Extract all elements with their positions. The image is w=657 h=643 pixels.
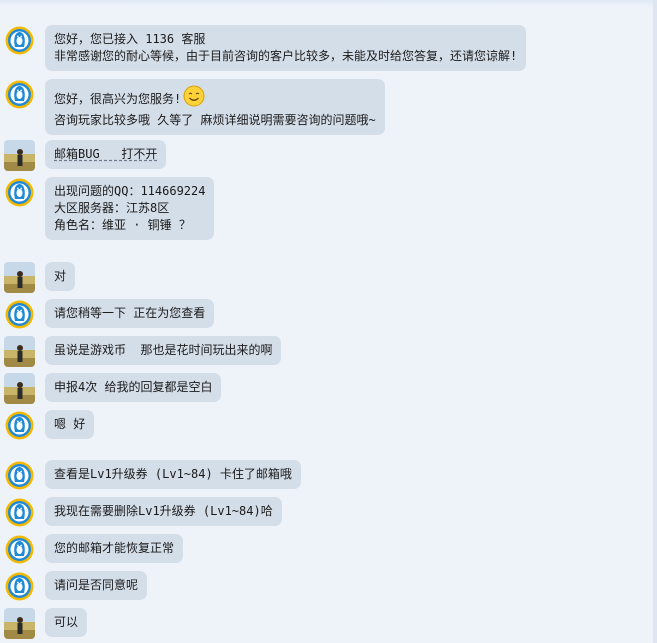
chat-message: 请问是否同意呢	[4, 571, 148, 602]
message-bubble: 您的邮箱才能恢复正常	[45, 534, 184, 563]
message-bubble: 邮箱BUG 打不开	[45, 140, 167, 169]
qq-penguin-icon[interactable]	[4, 79, 35, 110]
message-bubble: 我现在需要删除Lv1升级券 (Lv1~84)哈	[45, 497, 282, 526]
message-line: 大区服务器：江苏8区	[54, 201, 170, 215]
message-bubble: 可以	[45, 608, 88, 637]
chat-message: 我现在需要删除Lv1升级券 (Lv1~84)哈	[4, 497, 282, 528]
message-line: 您好，很高兴为您服务!	[54, 92, 182, 106]
message-line: 虽说是游戏币 那也是花时间玩出来的啊	[54, 343, 273, 357]
message-line: 我现在需要删除Lv1升级券 (Lv1~84)哈	[54, 504, 273, 518]
user-photo-avatar[interactable]	[4, 140, 35, 171]
message-line: 非常感谢您的耐心等候，由于目前咨询的客户比较多，未能及时给您答复，还请您谅解!	[54, 49, 518, 63]
message-line: 申报4次 给我的回复都是空白	[54, 380, 213, 394]
qq-penguin-icon[interactable]	[4, 177, 35, 208]
message-line: 邮箱BUG 打不开	[54, 147, 158, 161]
message-line: 您的邮箱才能恢复正常	[54, 541, 175, 555]
chat-message: 申报4次 给我的回复都是空白	[4, 373, 222, 404]
chat-message: 邮箱BUG 打不开	[4, 140, 167, 171]
message-bubble: 您好，很高兴为您服务! 咨询玩家比较多哦 久等了 麻烦详细说明需要咨询的问题哦~	[45, 79, 385, 135]
message-bubble: 对	[45, 262, 76, 291]
message-line: 您好，您已接入 1136 客服	[54, 32, 206, 46]
message-bubble: 出现问题的QQ：114669224 大区服务器：江苏8区角色名：维亚 · 铜锤 ？	[45, 177, 215, 240]
chat-message: 您好，很高兴为您服务! 咨询玩家比较多哦 久等了 麻烦详细说明需要咨询的问题哦~	[4, 79, 385, 135]
chat-message: 查看是Lv1升级券 (Lv1~84) 卡住了邮箱哦	[4, 460, 301, 491]
chat-message: 您的邮箱才能恢复正常	[4, 534, 184, 565]
chat-message: 您好，您已接入 1136 客服非常感谢您的耐心等候，由于目前咨询的客户比较多，未…	[4, 25, 527, 71]
qq-penguin-icon[interactable]	[4, 299, 35, 330]
qq-penguin-icon[interactable]	[4, 497, 35, 528]
qq-penguin-icon[interactable]	[4, 410, 35, 441]
message-bubble: 嗯 好	[45, 410, 95, 439]
message-line: 角色名：维亚 · 铜锤 ？	[54, 218, 191, 232]
qq-penguin-icon[interactable]	[4, 460, 35, 491]
chat-scroll-edge	[653, 0, 657, 643]
message-line: 嗯 好	[54, 417, 86, 431]
message-line: 请您稍等一下 正在为您查看	[54, 306, 206, 320]
qq-penguin-icon[interactable]	[4, 534, 35, 565]
user-photo-avatar[interactable]	[4, 336, 35, 367]
chat-top-border	[0, 0, 657, 6]
message-bubble: 查看是Lv1升级券 (Lv1~84) 卡住了邮箱哦	[45, 460, 301, 489]
chat-message: 出现问题的QQ：114669224 大区服务器：江苏8区角色名：维亚 · 铜锤 ？	[4, 177, 215, 240]
user-photo-avatar[interactable]	[4, 608, 35, 639]
smiley-face-icon	[183, 85, 205, 112]
message-line: 对	[54, 269, 67, 283]
message-line: 查看是Lv1升级券 (Lv1~84) 卡住了邮箱哦	[54, 467, 292, 481]
message-bubble: 请您稍等一下 正在为您查看	[45, 299, 215, 328]
chat-message: 对	[4, 262, 76, 293]
message-line: 咨询玩家比较多哦 久等了 麻烦详细说明需要咨询的问题哦~	[54, 113, 376, 127]
message-line: 请问是否同意呢	[54, 578, 139, 592]
qq-penguin-icon[interactable]	[4, 25, 35, 56]
message-bubble: 申报4次 给我的回复都是空白	[45, 373, 222, 402]
chat-message: 请您稍等一下 正在为您查看	[4, 299, 215, 330]
message-line: 可以	[54, 615, 79, 629]
user-photo-avatar[interactable]	[4, 262, 35, 293]
chat-message: 可以	[4, 608, 88, 639]
message-bubble: 您好，您已接入 1136 客服非常感谢您的耐心等候，由于目前咨询的客户比较多，未…	[45, 25, 527, 71]
message-bubble: 请问是否同意呢	[45, 571, 148, 600]
message-bubble: 虽说是游戏币 那也是花时间玩出来的啊	[45, 336, 282, 365]
qq-penguin-icon[interactable]	[4, 571, 35, 602]
user-photo-avatar[interactable]	[4, 373, 35, 404]
chat-message: 嗯 好	[4, 410, 95, 441]
chat-message: 虽说是游戏币 那也是花时间玩出来的啊	[4, 336, 282, 367]
message-line: 出现问题的QQ：114669224	[54, 184, 206, 198]
